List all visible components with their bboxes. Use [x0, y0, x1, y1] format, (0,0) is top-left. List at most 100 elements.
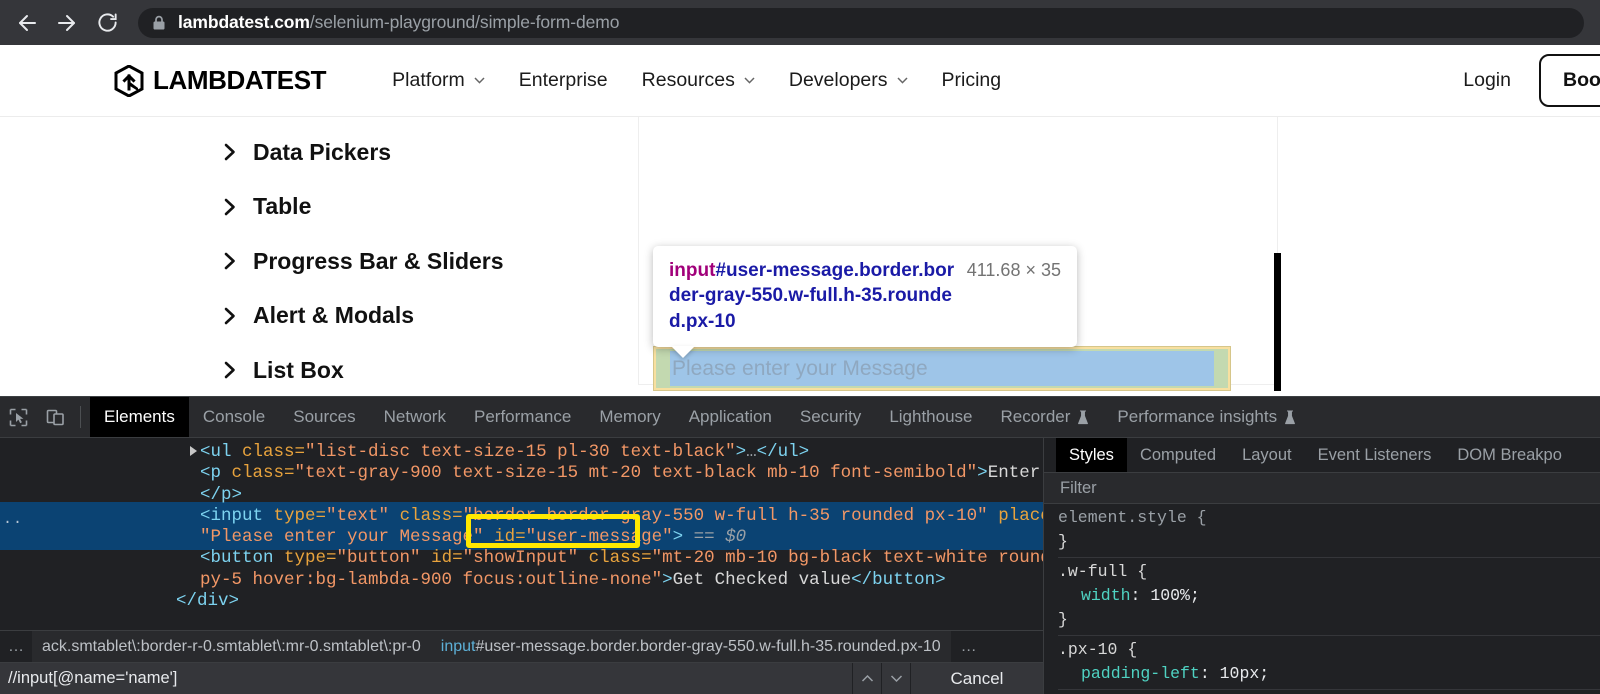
chevron-right-icon [224, 198, 235, 216]
nav-item-developers[interactable]: Developers [789, 69, 908, 92]
token-attr: class= [242, 442, 306, 462]
dom-tree[interactable]: <ul class="list-disc text-size-15 pl-30 … [0, 438, 1043, 630]
dom-row-input-b[interactable]: "Please enter your Message" id="user-mes… [0, 527, 1043, 548]
chevron-down-icon [896, 77, 908, 84]
declaration-value[interactable]: 100% [1150, 586, 1190, 605]
inspector-tooltip-tag: input [669, 260, 716, 281]
nav-item-platform[interactable]: Platform [392, 69, 485, 92]
rule-selector[interactable]: .px-10 [1058, 640, 1117, 659]
tab-computed[interactable]: Computed [1127, 438, 1229, 472]
dom-row-text: py-5 hover:bg-lambda-900 focus:outline-n… [200, 570, 946, 590]
inspector-tooltip-dimensions: 411.68 × 35 [966, 260, 1061, 280]
breadcrumb-tail[interactable]: … [951, 631, 987, 662]
styles-pane: Styles Computed Layout Event Listeners D… [1044, 438, 1600, 694]
book-demo-button[interactable]: Book a [1538, 54, 1600, 107]
tab-application[interactable]: Application [675, 397, 786, 437]
tooltip-arrow-icon [671, 345, 695, 358]
declaration-value[interactable]: 10px [1220, 664, 1260, 683]
expand-triangle-icon[interactable] [190, 446, 197, 456]
sidebar-item-table[interactable]: Table [224, 180, 624, 235]
sidebar-item-progress-bar-sliders[interactable]: Progress Bar & Sliders [224, 234, 624, 289]
forward-icon[interactable] [50, 6, 84, 40]
lock-icon [152, 15, 166, 31]
inspector-tooltip-selector: input#user-message.border.border-gray-55… [669, 258, 957, 334]
token-text: Get Checked value [672, 569, 852, 590]
tab-label: Styles [1069, 445, 1114, 464]
styles-filter-input[interactable]: Filter [1044, 473, 1600, 504]
dom-row-text: <ul class="list-disc text-size-15 pl-30 … [200, 442, 809, 462]
rule-declaration[interactable]: padding-left: 10px; [1058, 662, 1600, 686]
token-value: "user-message" [525, 527, 673, 548]
tab-label: Performance insights [1117, 407, 1278, 426]
nav-item-resources[interactable]: Resources [642, 69, 755, 92]
tab-security[interactable]: Security [786, 397, 875, 437]
style-rule-w-full[interactable]: .w-full { width: 100%; } [1058, 558, 1600, 636]
tab-console[interactable]: Console [189, 397, 279, 437]
tab-label: Elements [104, 407, 175, 426]
nav-item-pricing[interactable]: Pricing [942, 69, 1002, 92]
rule-declaration[interactable]: width: 100%; [1058, 584, 1600, 608]
breadcrumb-classes: #user-message.border.border-gray-550.w-f… [475, 637, 941, 655]
dom-row-button-b[interactable]: py-5 hover:bg-lambda-900 focus:outline-n… [0, 570, 1043, 591]
style-rule-px-10[interactable]: .px-10 { padding-left: 10px; [1058, 636, 1600, 690]
tab-network[interactable]: Network [370, 397, 460, 437]
declaration-property[interactable]: width [1058, 586, 1131, 605]
sidebar-item-data-pickers[interactable]: Data Pickers [224, 125, 624, 180]
dom-row-p-close[interactable]: </p> [0, 485, 1043, 506]
rule-selector[interactable]: .w-full [1058, 562, 1127, 581]
dom-row-button-a[interactable]: <button type="button" id="showInput" cla… [0, 548, 1043, 569]
tab-memory[interactable]: Memory [585, 397, 674, 437]
tab-lighthouse[interactable]: Lighthouse [875, 397, 986, 437]
breadcrumb-active[interactable]: input #user-message.border.border-gray-55… [430, 631, 951, 662]
device-toolbar-icon[interactable] [37, 397, 74, 437]
back-icon[interactable] [10, 6, 44, 40]
inspect-element-icon[interactable] [0, 397, 37, 437]
search-next-icon[interactable] [882, 663, 911, 694]
token-value: "button" [336, 548, 421, 569]
style-rule-element-style[interactable]: element.style { } [1058, 504, 1600, 558]
message-input-placeholder: Please enter your Message [672, 356, 928, 380]
search-input[interactable]: //input[@name='name'] [0, 663, 853, 694]
url-domain: lambdatest.com [178, 12, 310, 32]
address-bar[interactable]: lambdatest.com/selenium-playground/simpl… [138, 7, 1584, 38]
experiment-flask-icon [1285, 409, 1296, 424]
rule-header: element.style { [1058, 508, 1207, 527]
tab-label: Network [383, 407, 446, 426]
dom-row-div-close[interactable]: </div> [0, 591, 1043, 612]
tab-event-listeners[interactable]: Event Listeners [1305, 438, 1445, 472]
sidebar-item-label: Table [253, 193, 312, 220]
dom-breadcrumb: … ack.smtablet\:border-r-0.smtablet\:mr-… [0, 630, 1043, 662]
dom-row-ul[interactable]: <ul class="list-disc text-size-15 pl-30 … [0, 442, 1043, 463]
token-attr: class= [588, 548, 652, 569]
dom-row-input-a[interactable]: ·· <input type="text" class="border bord… [0, 506, 1043, 531]
login-link[interactable]: Login [1463, 69, 1511, 92]
message-input[interactable]: Please enter your Message [653, 346, 1231, 391]
tab-sources[interactable]: Sources [279, 397, 369, 437]
styles-rules-list: element.style { } .w-full { width: 100%;… [1044, 504, 1600, 694]
tab-dom-breakpoints[interactable]: DOM Breakpo [1444, 438, 1575, 472]
breadcrumb-overflow[interactable]: … [0, 631, 32, 662]
search-prev-icon[interactable] [853, 663, 882, 694]
breadcrumb-parent[interactable]: ack.smtablet\:border-r-0.smtablet\:mr-0.… [32, 631, 431, 662]
nav-item-enterprise[interactable]: Enterprise [519, 69, 608, 92]
dom-row-p[interactable]: <p class="text-gray-900 text-size-15 mt-… [0, 463, 1043, 484]
tab-layout[interactable]: Layout [1229, 438, 1305, 472]
search-cancel-button[interactable]: Cancel [911, 663, 1043, 694]
token-close: > [662, 569, 673, 590]
reload-icon[interactable] [90, 6, 124, 40]
url-text: lambdatest.com/selenium-playground/simpl… [178, 12, 619, 33]
tab-performance[interactable]: Performance [460, 397, 585, 437]
sidebar-item-list-box[interactable]: List Box [224, 343, 624, 391]
token-tag: <ul [200, 442, 232, 462]
rule-selector[interactable]: element.style [1058, 508, 1187, 527]
sidebar-item-alert-modals[interactable]: Alert & Modals [224, 289, 624, 344]
tab-performance-insights[interactable]: Performance insights [1103, 397, 1310, 437]
brand-logo[interactable]: LAMBDATEST [114, 64, 327, 97]
tab-styles[interactable]: Styles [1056, 438, 1127, 472]
declaration-property[interactable]: padding-left [1058, 664, 1200, 683]
tab-elements[interactable]: Elements [90, 397, 189, 437]
rule-header: .w-full { [1058, 562, 1148, 581]
tab-recorder[interactable]: Recorder [987, 397, 1104, 437]
dom-row-text: <input type="text" class="border border-… [200, 506, 1043, 526]
token-ellipsis[interactable]: … [746, 442, 757, 462]
